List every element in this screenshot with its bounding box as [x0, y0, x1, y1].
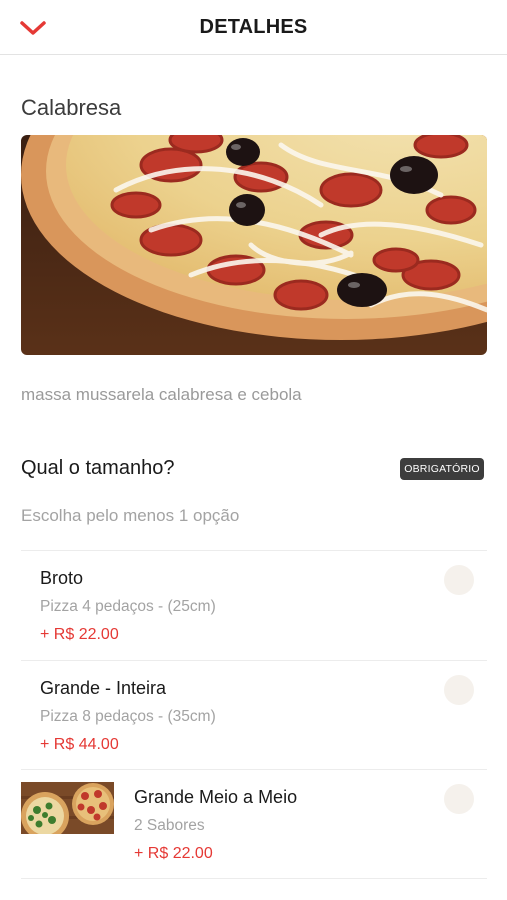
- option-radio[interactable]: [444, 675, 474, 705]
- option-name: Broto: [40, 568, 84, 588]
- required-badge: OBRIGATÓRIO: [400, 458, 484, 480]
- divider: [21, 878, 487, 879]
- option-name: Grande Meio a Meio: [134, 787, 298, 807]
- header-bar: DETALHES: [0, 0, 507, 55]
- page-title: DETALHES: [199, 16, 308, 38]
- option-broto[interactable]: Broto Pizza 4 pedaços - (25cm) + R$ 22.0…: [21, 550, 487, 660]
- option-grande-meio-a-meio[interactable]: Grande Meio a Meio 2 Sabores + R$ 22.00: [21, 769, 487, 879]
- option-thumbnail: [21, 782, 114, 834]
- option-description: Pizza 8 pedaços - (35cm): [40, 708, 216, 725]
- product-name: Calabresa: [21, 95, 122, 120]
- option-description: Pizza 4 pedaços - (25cm): [40, 598, 216, 615]
- option-description: 2 Sabores: [134, 817, 205, 834]
- option-radio[interactable]: [444, 565, 474, 595]
- option-price: + R$ 22.00: [40, 626, 119, 643]
- product-description: massa mussarela calabresa e cebola: [21, 385, 302, 404]
- option-price: + R$ 22.00: [134, 845, 213, 862]
- option-name: Grande - Inteira: [40, 678, 167, 698]
- option-grande-inteira[interactable]: Grande - Inteira Pizza 8 pedaços - (35cm…: [21, 660, 487, 770]
- option-radio[interactable]: [444, 784, 474, 814]
- product-image: [21, 135, 487, 355]
- option-price: + R$ 44.00: [40, 736, 119, 753]
- option-group-subtitle: Escolha pelo menos 1 opção: [21, 506, 240, 525]
- option-group-title: Qual o tamanho?: [21, 457, 175, 479]
